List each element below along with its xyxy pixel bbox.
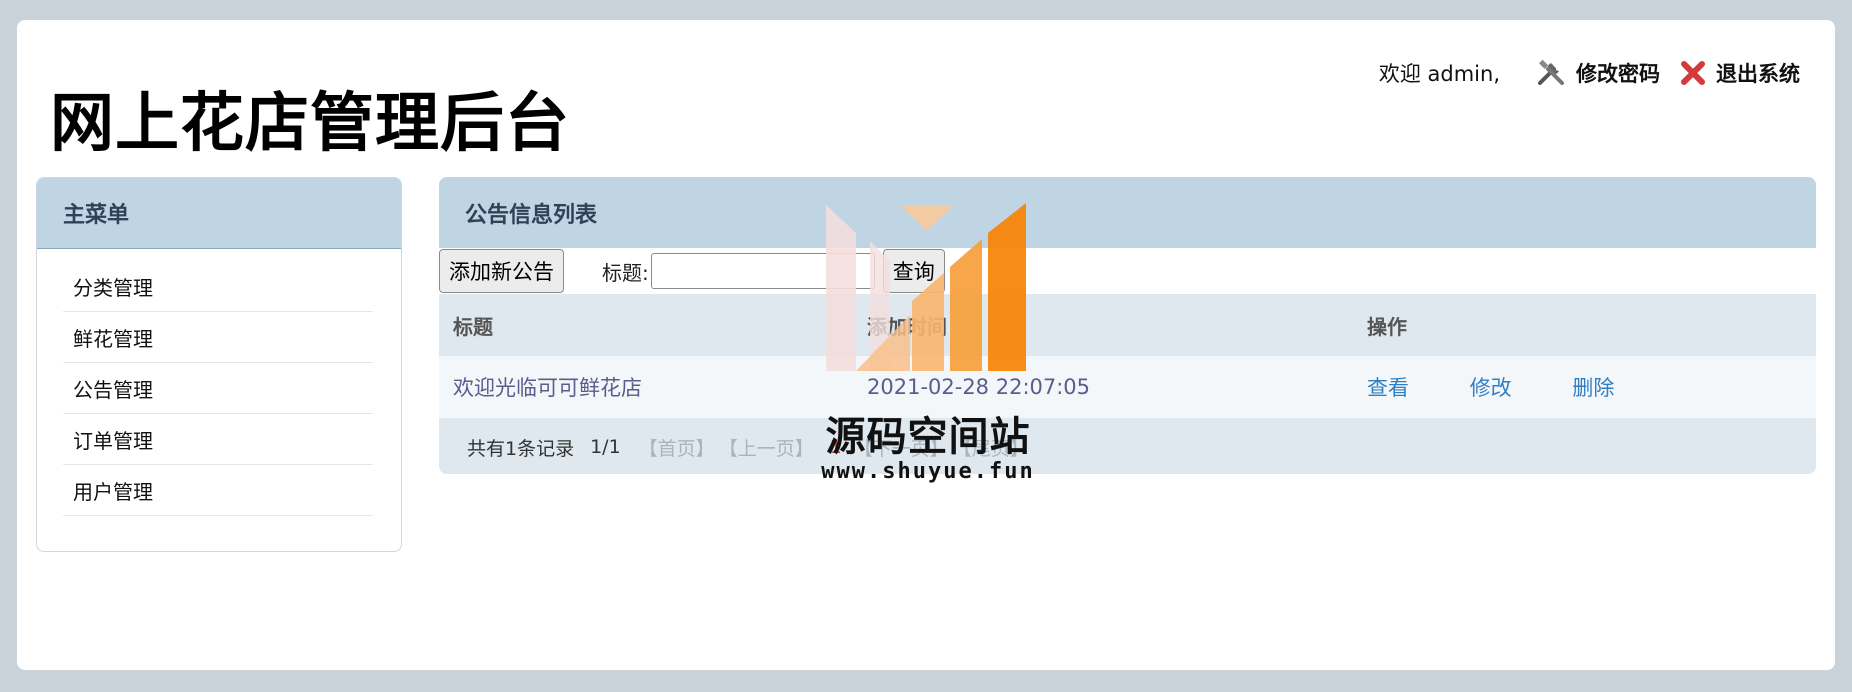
- column-header-actions: 操作: [1353, 294, 1816, 356]
- table-row: 欢迎光临可可鲜花店 2021-02-28 22:07:05 查看 修改 删除: [439, 356, 1816, 418]
- page-indicator: 1/1: [590, 436, 621, 458]
- main-title: 公告信息列表: [439, 177, 1816, 248]
- announcement-table: 标题 添加时间 操作 欢迎光临可可鲜花店 2021-02-28 22:07:05…: [439, 294, 1816, 418]
- logout-link[interactable]: 退出系统: [1680, 58, 1800, 88]
- change-password-link[interactable]: 修改密码: [1536, 58, 1660, 88]
- watermark-name: 源码空间站: [825, 414, 1031, 460]
- tools-icon: [1538, 59, 1564, 85]
- prev-page-link[interactable]: 【上一页】: [719, 434, 814, 461]
- query-button[interactable]: 查询: [882, 249, 945, 293]
- site-title: 网上花店管理后台: [50, 87, 570, 161]
- close-icon: [1681, 61, 1705, 85]
- title-search-input[interactable]: [650, 253, 875, 289]
- topbar: 欢迎 admin, 修改密码 退出系统: [1379, 58, 1800, 88]
- sidebar-menu: 分类管理 鲜花管理 公告管理 订单管理 用户管理: [37, 261, 401, 516]
- pagination: 共有1条记录 1/1 【首页】 【上一页】 1 【下一页】 【尾页】: [439, 418, 1816, 474]
- cell-actions: 查看 修改 删除: [1353, 356, 1816, 418]
- table-header-row: 标题 添加时间 操作: [439, 294, 1816, 356]
- delete-link[interactable]: 删除: [1572, 376, 1614, 400]
- edit-link[interactable]: 修改: [1470, 376, 1512, 400]
- first-page-link[interactable]: 【首页】: [639, 434, 715, 461]
- main-panel: 公告信息列表 添加新公告 标题: 查询 标题 添加时间 操作 欢迎光临可可鲜花店…: [439, 177, 1816, 474]
- change-password-label: 修改密码: [1576, 62, 1660, 86]
- toolbar: 添加新公告 标题: 查询: [439, 248, 1816, 294]
- view-link[interactable]: 查看: [1367, 376, 1409, 400]
- welcome-text: 欢迎 admin,: [1378, 62, 1500, 86]
- add-announcement-button[interactable]: 添加新公告: [439, 249, 564, 293]
- logout-label: 退出系统: [1716, 62, 1800, 86]
- record-count: 共有1条记录: [467, 437, 575, 460]
- sidebar-item-users[interactable]: 用户管理: [63, 465, 373, 516]
- watermark-url: www.shuyue.fun: [821, 459, 1035, 484]
- cell-title: 欢迎光临可可鲜花店: [439, 356, 853, 418]
- column-header-title: 标题: [439, 294, 853, 356]
- sidebar-title: 主菜单: [37, 178, 401, 249]
- sidebar-item-category[interactable]: 分类管理: [63, 261, 373, 312]
- sidebar: 主菜单 分类管理 鲜花管理 公告管理 订单管理 用户管理: [36, 177, 402, 552]
- sidebar-item-orders[interactable]: 订单管理: [63, 414, 373, 465]
- sidebar-item-announcements[interactable]: 公告管理: [63, 363, 373, 414]
- column-header-time: 添加时间: [853, 294, 1353, 356]
- search-label: 标题:: [602, 260, 649, 285]
- sidebar-item-flowers[interactable]: 鲜花管理: [63, 312, 373, 363]
